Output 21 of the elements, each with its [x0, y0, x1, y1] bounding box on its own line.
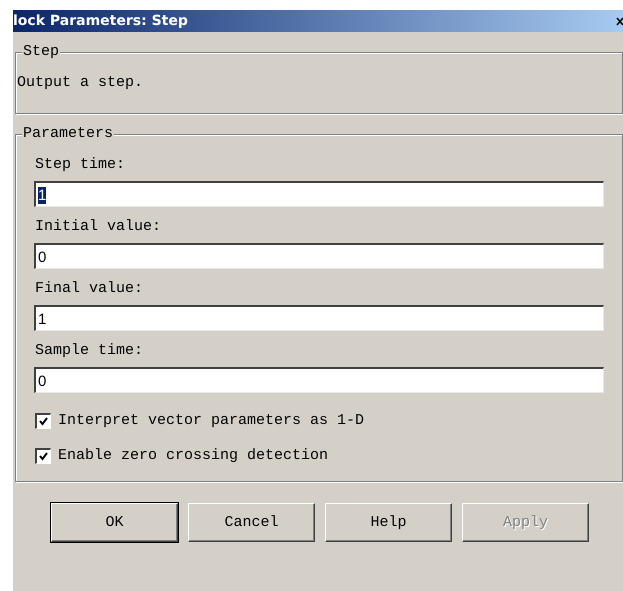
dialog-button[interactable]: Help [325, 503, 452, 542]
input-field[interactable]: 0 [34, 243, 604, 269]
input-field[interactable]: 1 [34, 181, 604, 207]
field-label: Initial value: [34, 217, 162, 237]
dialog-button[interactable]: OK [51, 503, 178, 542]
checkmark-icon [38, 416, 49, 426]
input-field[interactable]: 0 [34, 367, 604, 393]
field-label: Final value: [34, 279, 144, 299]
checkbox-label: Enable zero crossing detection [58, 446, 328, 464]
close-icon[interactable] [616, 16, 623, 26]
checkbox[interactable] [35, 412, 51, 428]
field-label: Sample time: [34, 341, 144, 361]
checkbox[interactable] [35, 448, 51, 464]
window-title: lock Parameters: Step [13, 12, 188, 30]
description-text: Output a step. [17, 73, 144, 93]
checkmark-icon [38, 450, 49, 462]
dialog-button[interactable]: Cancel [188, 503, 315, 542]
input-field[interactable]: 1 [34, 305, 604, 331]
field-label: Step time: [34, 155, 126, 175]
group-title: Step [22, 43, 60, 61]
checkbox-label: Interpret vector parameters as 1-D [58, 412, 364, 430]
